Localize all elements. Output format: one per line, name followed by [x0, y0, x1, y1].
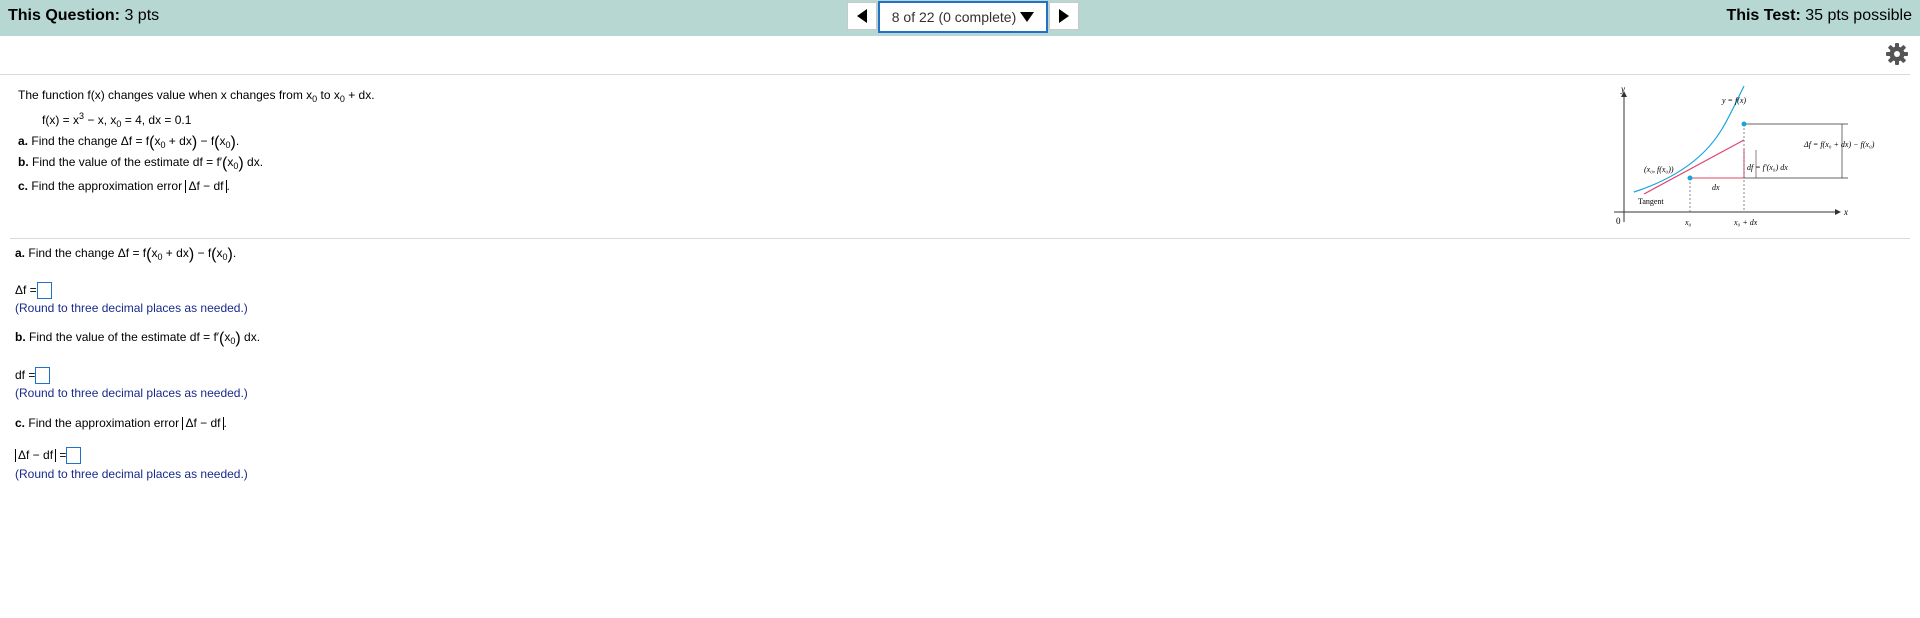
answer-part-c-statement: c. Find the approximation error Δf − df.: [15, 416, 227, 430]
x0dx-label: x₀ + dx: [1733, 218, 1758, 227]
round-hint: (Round to three decimal places as needed…: [15, 386, 248, 400]
given-function: f(x) = x3 − x, x0 = 4, dx = 0.1: [42, 111, 192, 129]
error-answer-row: Δf − df =: [15, 447, 82, 464]
part-b-statement: b. Find the value of the estimate df = f…: [18, 155, 264, 172]
answer-part-b-statement: b. Find the value of the estimate df = f…: [15, 330, 261, 347]
top-bar: This Question: 3 pts 8 of 22 (0 complete…: [0, 0, 1920, 36]
question-points: This Question: 3 pts: [8, 7, 160, 24]
df-answer-row: df =: [15, 367, 51, 384]
error-answer-input[interactable]: [66, 447, 82, 464]
differential-figure: y x 0 y = f(x) Δf = f(x₀ + dx) − f(x₀) d…: [1614, 84, 1875, 227]
caret-down-icon: [1020, 12, 1035, 22]
point-marker: [1687, 175, 1693, 181]
delta-f-answer-row: Δf =: [15, 282, 52, 299]
x-axis-label: x: [1843, 207, 1848, 217]
df-label: df = f′(x₀) dx: [1747, 163, 1788, 172]
arrow-left-icon: [857, 9, 867, 23]
dx-label: dx: [1712, 183, 1720, 192]
divider: [10, 238, 1910, 239]
point-label: (x₀, f(x₀)): [1644, 165, 1674, 174]
y-axis-label: y: [1620, 84, 1625, 94]
tangent-label: Tangent: [1638, 197, 1664, 206]
test-points: This Test: 35 pts possible: [1726, 7, 1912, 24]
divider: [0, 74, 1910, 75]
question-selector[interactable]: 8 of 22 (0 complete): [878, 1, 1048, 33]
gear-icon[interactable]: [1885, 42, 1909, 66]
problem-intro: The function f(x) changes value when x c…: [18, 88, 375, 104]
curve-label: y = f(x): [1721, 96, 1746, 105]
part-a-statement: a. Find the change Δf = f(x0 + dx) − f(x…: [18, 134, 240, 151]
origin-label: 0: [1616, 216, 1621, 226]
previous-question-button[interactable]: [847, 2, 877, 30]
next-question-button[interactable]: [1049, 2, 1079, 30]
df-answer-input[interactable]: [35, 367, 51, 384]
arrow-right-icon: [1059, 9, 1069, 23]
delta-f-label: Δf = f(x₀ + dx) − f(x₀): [1803, 140, 1875, 149]
round-hint: (Round to three decimal places as needed…: [15, 301, 248, 315]
x0-label: x₀: [1684, 218, 1692, 227]
answer-part-a-statement: a. Find the change Δf = f(x0 + dx) − f(x…: [15, 246, 237, 263]
part-c-statement: c. Find the approximation error Δf − df.: [18, 179, 230, 193]
delta-f-answer-input[interactable]: [36, 282, 52, 299]
round-hint: (Round to three decimal places as needed…: [15, 467, 248, 481]
